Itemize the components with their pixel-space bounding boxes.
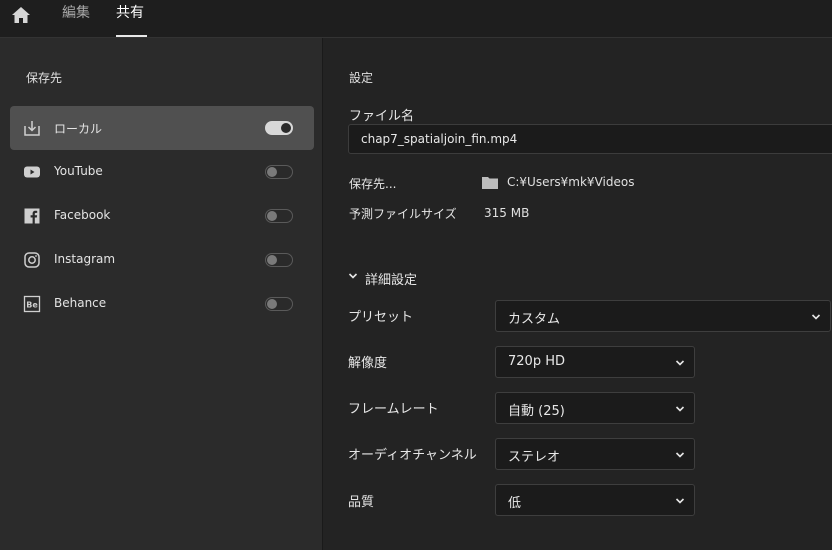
toggle-knob [267, 211, 277, 221]
behance-toggle[interactable] [265, 297, 293, 311]
active-tab-indicator [116, 35, 147, 37]
destination-label: Instagram [54, 252, 116, 266]
sidebar-title: 保存先 [26, 71, 63, 85]
destination-label: Facebook [54, 208, 111, 222]
audio-channel-select[interactable]: ステレオ [495, 438, 695, 470]
toggle-knob [281, 123, 291, 133]
filename-label: ファイル名 [349, 109, 415, 124]
home-button[interactable] [10, 5, 32, 27]
resolution-label: 解像度 [348, 356, 388, 371]
preset-value: カスタム [508, 312, 561, 327]
folder-icon [482, 177, 498, 189]
settings-title: 設定 [349, 71, 374, 85]
instagram-icon [24, 252, 40, 268]
tab-share[interactable]: 共有 [116, 4, 144, 22]
toggle-knob [267, 299, 277, 309]
chevron-down-icon [811, 314, 821, 320]
framerate-label: フレームレート [348, 402, 439, 417]
top-bar: 編集 共有 [0, 0, 832, 38]
quality-value: 低 [508, 496, 522, 511]
preset-select[interactable]: カスタム [495, 300, 831, 332]
instagram-toggle[interactable] [265, 253, 293, 267]
youtube-toggle[interactable] [265, 165, 293, 179]
chevron-down-icon [675, 360, 685, 366]
quality-label: 品質 [348, 495, 375, 510]
framerate-value: 自動 (25) [508, 404, 565, 419]
resolution-select[interactable]: 720p HD [495, 346, 695, 378]
destination-facebook[interactable]: Facebook [10, 194, 314, 238]
audio-channel-value: ステレオ [508, 450, 561, 465]
filesize-label: 予測ファイルサイズ [349, 207, 457, 221]
facebook-icon [24, 208, 40, 224]
destination-behance[interactable]: Be Behance [10, 282, 314, 326]
destination-label: YouTube [54, 164, 103, 178]
chevron-down-icon [675, 406, 685, 412]
behance-icon: Be [23, 295, 41, 313]
toggle-knob [267, 167, 277, 177]
filename-input[interactable] [348, 124, 832, 154]
facebook-toggle[interactable] [265, 209, 293, 223]
destination-local[interactable]: ローカル [10, 106, 314, 150]
chevron-down-icon [675, 498, 685, 504]
advanced-settings-label: 詳細設定 [365, 273, 418, 288]
chevron-down-icon [348, 273, 358, 279]
local-toggle[interactable] [265, 121, 293, 135]
audio-channel-label: オーディオチャンネル [348, 448, 477, 463]
framerate-select[interactable]: 自動 (25) [495, 392, 695, 424]
quality-select[interactable]: 低 [495, 484, 695, 516]
chevron-down-icon [675, 452, 685, 458]
svg-text:Be: Be [26, 301, 38, 310]
destination-label: Behance [54, 296, 107, 310]
settings-panel: 設定 ファイル名 保存先... C:¥Users¥mk¥Videos 予測ファイ… [324, 38, 832, 550]
destination-sidebar: 保存先 ローカル YouTube Facebook Instagram Be B… [0, 38, 323, 550]
save-location-path: C:¥Users¥mk¥Videos [507, 175, 635, 189]
save-location-link[interactable]: 保存先... [349, 175, 396, 192]
preset-label: プリセット [348, 310, 414, 325]
destination-instagram[interactable]: Instagram [10, 238, 314, 282]
download-icon [24, 121, 40, 136]
youtube-icon [24, 166, 40, 178]
destination-label: ローカル [54, 122, 103, 136]
home-icon [12, 7, 30, 23]
tab-edit[interactable]: 編集 [62, 4, 90, 22]
resolution-value: 720p HD [508, 354, 565, 369]
filesize-value: 315 MB [484, 206, 530, 220]
toggle-knob [267, 255, 277, 265]
destination-youtube[interactable]: YouTube [10, 150, 314, 194]
